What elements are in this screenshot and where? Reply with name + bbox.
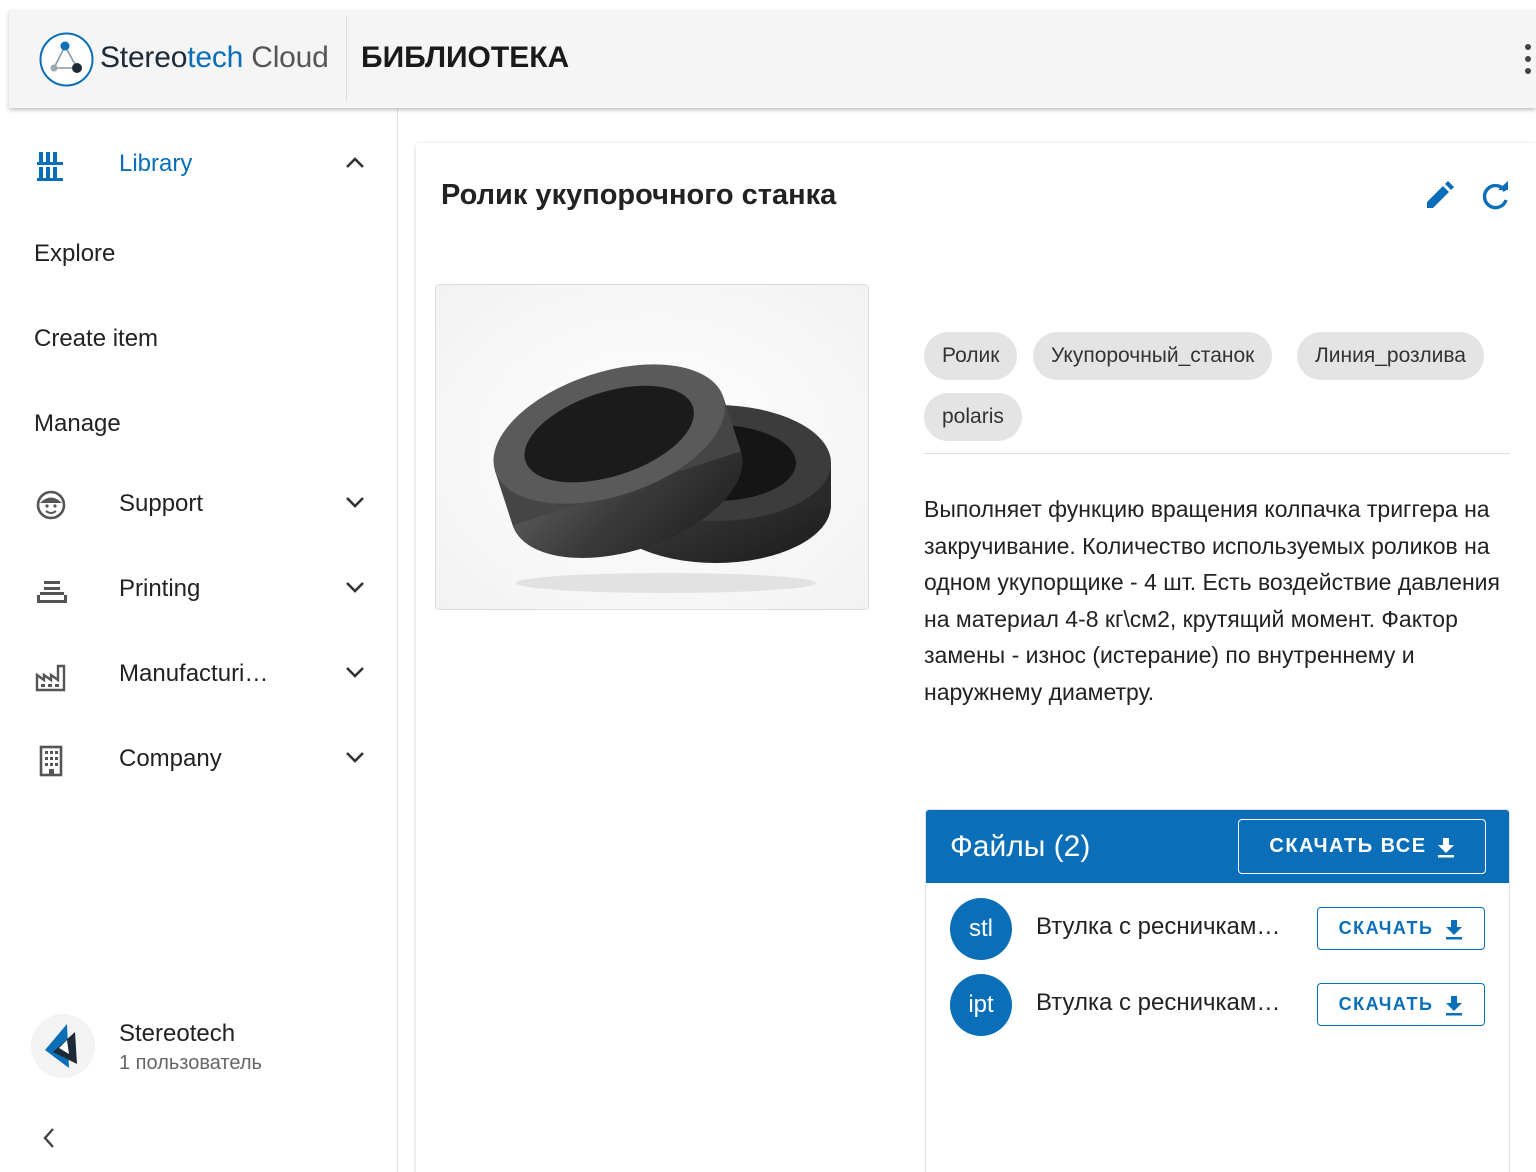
support-icon: [36, 490, 66, 520]
files-title: Файлы (2): [950, 830, 1091, 863]
sidebar-item-support[interactable]: Support: [9, 472, 397, 532]
sidebar-item-manufacturing[interactable]: Manufacturi…: [9, 642, 397, 702]
app-header: Stereotech Cloud БИБЛИОТЕКА: [9, 10, 1536, 108]
sidebar-item-label: Explore: [34, 240, 116, 267]
sidebar-item-create-item[interactable]: Create item: [9, 307, 397, 367]
file-name: Втулка с ресничкам…: [1036, 913, 1281, 940]
chevron-down-icon[interactable]: [343, 749, 367, 765]
product-image: [436, 285, 868, 609]
tag-chip[interactable]: Укупорочный_станок: [1033, 332, 1273, 380]
sidebar-item-label: Company: [119, 745, 222, 772]
refresh-icon[interactable]: [1478, 179, 1512, 213]
file-row[interactable]: ipt Втулка с ресничкам… СКАЧАТЬ: [926, 969, 1509, 1036]
sidebar-item-company[interactable]: Company: [9, 727, 397, 787]
chevron-down-icon[interactable]: [343, 579, 367, 595]
download-icon: [1446, 995, 1463, 1015]
organization-switcher[interactable]: Stereotech 1 пользователь: [31, 1012, 381, 1082]
sidebar-item-printing[interactable]: Printing: [9, 557, 397, 617]
header-divider: [346, 16, 347, 101]
sidebar-item-label: Create item: [34, 325, 159, 352]
sidebar-item-label: Manufacturi…: [119, 660, 269, 687]
avatar: [31, 1014, 95, 1078]
sidebar-item-label: Library: [119, 150, 193, 177]
download-button[interactable]: СКАЧАТЬ: [1317, 983, 1485, 1026]
organization-name: Stereotech: [119, 1020, 236, 1047]
sidebar-item-label: Printing: [119, 575, 201, 602]
library-icon: [37, 152, 63, 181]
file-type-badge: ipt: [950, 974, 1012, 1036]
sidebar: Library Explore Create item Manage Suppo…: [9, 108, 398, 1172]
item-title: Ролик укупорочного станка: [441, 179, 837, 211]
files-header: Файлы (2) СКАЧАТЬ ВСЕ: [926, 810, 1509, 883]
printer-icon: [37, 581, 67, 603]
factory-icon: [35, 664, 66, 692]
chevron-down-icon[interactable]: [343, 494, 367, 510]
divider: [924, 453, 1510, 454]
chevron-left-icon[interactable]: [37, 1123, 61, 1153]
download-label: СКАЧАТЬ: [1338, 994, 1434, 1014]
sidebar-item-manage[interactable]: Manage: [9, 392, 397, 452]
file-name: Втулка с ресничкам…: [1036, 989, 1281, 1016]
download-icon: [1446, 919, 1463, 939]
files-panel: Файлы (2) СКАЧАТЬ ВСЕ stl Втулка с ресни…: [925, 809, 1510, 1172]
item-description: Выполняет функцию вращения колпачка триг…: [924, 496, 1500, 705]
tag-chip[interactable]: polaris: [924, 393, 1022, 441]
download-button[interactable]: СКАЧАТЬ: [1317, 907, 1485, 950]
sidebar-item-explore[interactable]: Explore: [9, 222, 397, 282]
organization-users: 1 пользователь: [119, 1052, 262, 1074]
file-row[interactable]: stl Втулка с ресничкам… СКАЧАТЬ: [926, 893, 1509, 960]
download-label: СКАЧАТЬ: [1338, 918, 1434, 938]
chevron-up-icon[interactable]: [343, 154, 367, 170]
tag-chip[interactable]: Линия_розлива: [1297, 332, 1484, 380]
stereotech-logo-icon[interactable]: [39, 32, 94, 87]
sidebar-item-label: Support: [119, 490, 204, 517]
page-title: БИБЛИОТЕКА: [361, 41, 570, 74]
edit-icon[interactable]: [1422, 179, 1456, 213]
more-vert-icon[interactable]: [1520, 44, 1536, 74]
building-icon: [39, 745, 63, 777]
brand-name[interactable]: Stereotech Cloud: [100, 41, 329, 75]
sidebar-item-library[interactable]: Library: [9, 132, 397, 192]
download-all-button[interactable]: СКАЧАТЬ ВСЕ: [1238, 819, 1486, 874]
download-icon: [1437, 837, 1454, 857]
chevron-down-icon[interactable]: [343, 664, 367, 680]
sidebar-item-label: Manage: [34, 410, 121, 437]
item-card: Ролик укупорочного станка Ролик Укупороч…: [416, 143, 1536, 1172]
item-photo[interactable]: [435, 284, 869, 610]
tag-chip[interactable]: Ролик: [924, 332, 1018, 380]
file-type-badge: stl: [950, 898, 1012, 960]
download-all-label: СКАЧАТЬ ВСЕ: [1269, 835, 1427, 857]
